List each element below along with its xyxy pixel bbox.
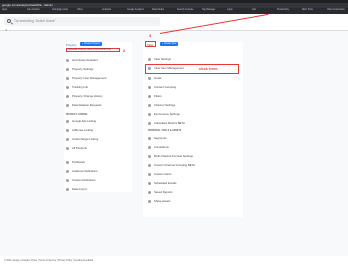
view-settings-icon <box>148 58 151 61</box>
setup-assistant-icon <box>66 59 69 62</box>
view-item[interactable]: Saved Reports <box>154 190 173 194</box>
view-item[interactable]: Share Assets <box>154 199 170 203</box>
bookmark-item[interactable]: Analytics <box>102 9 111 12</box>
google-ads-icon <box>66 120 69 123</box>
share-icon <box>148 200 151 203</box>
audience-icon <box>66 170 69 173</box>
funnel-icon <box>148 155 151 158</box>
bookmark-item[interactable]: Login <box>227 9 233 12</box>
bookmark-item[interactable]: Productivity <box>277 9 289 12</box>
property-item[interactable]: Data Import <box>72 187 87 191</box>
create-view-button[interactable]: + Create View <box>160 42 179 46</box>
view-column-continued: Scheduled Emails Saved Reports Share Ass… <box>143 181 243 217</box>
history-icon <box>66 95 69 98</box>
bookmark-item[interactable]: Other bookmarks <box>327 9 345 12</box>
alert-icon <box>148 173 151 176</box>
content-grouping-icon <box>148 86 151 89</box>
search-input[interactable]: Try searching "Active Users" <box>4 17 160 26</box>
custom-definitions-icon <box>66 179 69 182</box>
footer-text: © 2022 Google | Analytics Home | Terms o… <box>4 260 94 262</box>
bookmark-item[interactable]: SEO Tools <box>302 9 313 12</box>
property-item[interactable]: Data Deletion Requests <box>72 103 102 107</box>
channel-grouping-icon <box>148 164 151 167</box>
view-item[interactable]: Annotations <box>154 145 169 149</box>
bookmark-item[interactable]: Ads <box>252 9 256 12</box>
property-item[interactable]: Property Change History <box>72 94 103 98</box>
bookmark-item[interactable]: Other <box>77 9 83 12</box>
cart-icon <box>148 113 151 116</box>
view-item[interactable]: Channel Settings <box>154 103 175 107</box>
product-link-item[interactable]: Google Ads Linking <box>72 119 96 123</box>
adsense-icon <box>66 129 69 132</box>
code-icon <box>66 86 69 89</box>
view-item[interactable]: Content Grouping <box>154 85 176 89</box>
settings-icon <box>66 68 69 71</box>
bookmark-item[interactable]: Campaign tools <box>52 9 68 12</box>
view-item[interactable]: Calculated Metrics BETA <box>154 121 185 125</box>
property-item[interactable]: Postbacks <box>72 160 85 164</box>
delete-icon <box>66 104 69 107</box>
view-item[interactable]: Filters <box>154 94 162 98</box>
product-link-item[interactable]: AdSense Linking <box>72 128 93 132</box>
view-item[interactable]: Segments <box>154 136 167 140</box>
view-header-highlight <box>145 41 156 47</box>
view-user-management-item[interactable]: View User Management <box>154 66 184 70</box>
view-item[interactable]: Ecommerce Settings <box>154 112 180 116</box>
property-item[interactable]: GA4 Setup Assistant <box>72 58 98 62</box>
users-icon <box>148 67 151 70</box>
property-selector[interactable]: Seperate property name (UA-12345678-1) <box>66 48 120 52</box>
create-property-button[interactable]: + Create Property <box>80 42 103 46</box>
property-item[interactable]: Tracking Info <box>72 85 88 89</box>
search-placeholder: Try searching "Active Users" <box>14 19 56 23</box>
segments-icon <box>148 137 151 140</box>
data-import-icon <box>66 188 69 191</box>
postbacks-icon <box>66 161 69 164</box>
users-icon <box>66 77 69 80</box>
bookmark-item[interactable]: Google Analytics <box>127 9 144 12</box>
annotations-icon <box>148 146 151 149</box>
view-item[interactable]: Custom Channel Grouping BETA <box>154 163 195 167</box>
click-here-annotation: click here. <box>199 66 219 71</box>
search-icon <box>7 18 11 23</box>
view-column: View + Create View 3 View Settings View … <box>143 33 243 187</box>
product-link-item[interactable]: All Products <box>72 146 87 150</box>
goals-icon <box>148 77 151 80</box>
annotation-number-3: 3 <box>149 33 152 38</box>
view-item[interactable]: Scheduled Emails <box>154 181 176 185</box>
bookmark-item[interactable]: Search Console <box>177 9 193 12</box>
property-item[interactable]: Custom Definitions <box>72 178 95 182</box>
products-icon <box>66 147 69 150</box>
property-item[interactable]: Audience Definitions <box>72 169 98 173</box>
property-column-header: Property <box>66 43 77 47</box>
product-linking-heading: PRODUCT LINKING <box>66 114 88 116</box>
property-item[interactable]: Property User Management <box>72 76 106 80</box>
channel-settings-icon <box>148 104 151 107</box>
property-item[interactable]: Property Settings <box>72 67 93 71</box>
view-item[interactable]: Goals <box>154 76 161 80</box>
bookmark-item[interactable]: Data Studio <box>152 9 164 12</box>
property-column: Property + Create Property Seperate prop… <box>64 42 132 192</box>
view-item[interactable]: Multi-Channel Funnels Settings <box>154 154 193 158</box>
saved-reports-icon <box>148 191 151 194</box>
calculator-icon <box>148 122 151 125</box>
filter-icon <box>148 95 151 98</box>
email-icon <box>148 182 151 185</box>
view-item[interactable]: View Settings <box>154 57 171 61</box>
personal-tools-heading: PERSONAL TOOLS & ASSETS <box>148 130 182 132</box>
annotation-number-2: 2 <box>123 48 126 53</box>
footer: © 2022 Google | Analytics Home | Terms o… <box>0 256 348 268</box>
view-item[interactable]: Custom Alerts <box>154 172 171 176</box>
bookmark-item[interactable]: Apps <box>2 9 7 12</box>
bookmark-item[interactable]: Ivan Gorban <box>27 9 40 12</box>
ad-exchange-icon <box>66 138 69 141</box>
bookmark-item[interactable]: Tag Manager <box>202 9 215 12</box>
product-link-item[interactable]: Ad Exchange Linking <box>72 137 98 141</box>
